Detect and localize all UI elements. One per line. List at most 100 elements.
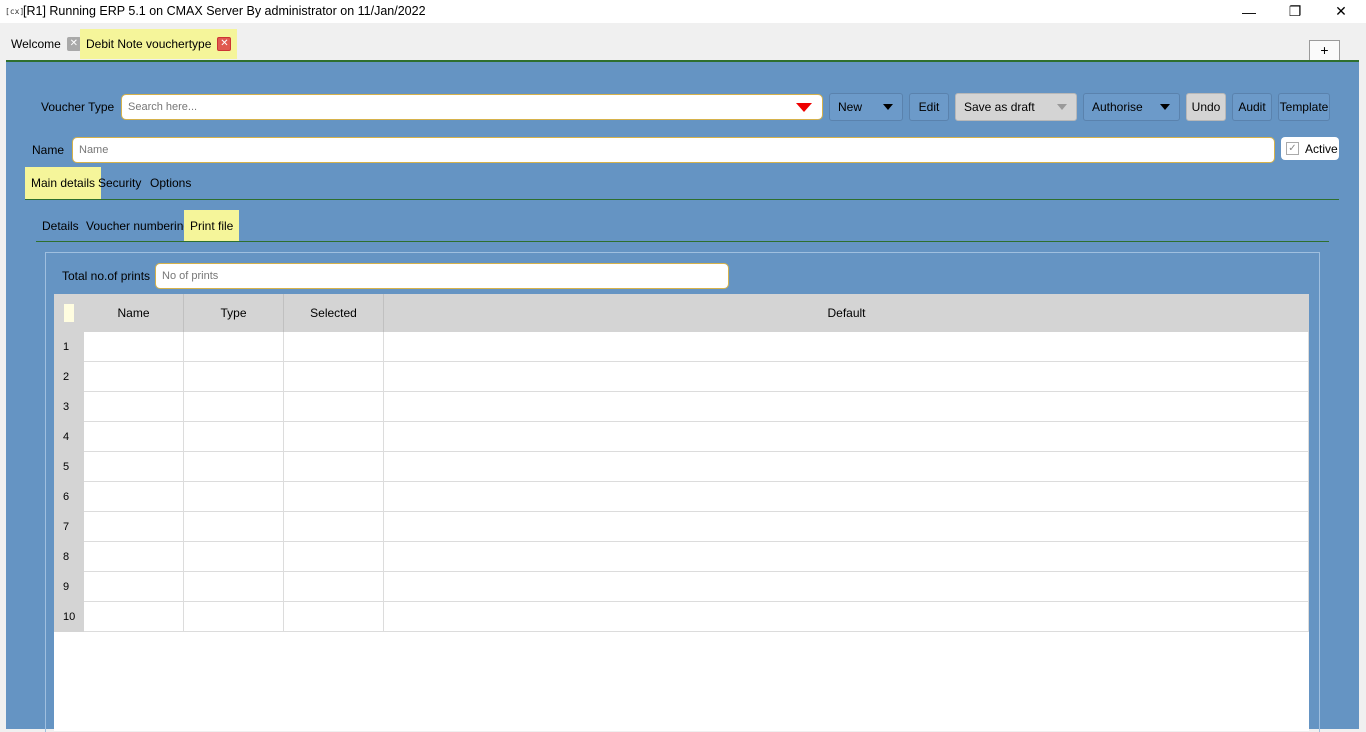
tab-security[interactable]: Security — [92, 167, 147, 199]
template-button[interactable]: Template — [1278, 93, 1330, 121]
cell-selected[interactable] — [284, 392, 384, 422]
cell-selected[interactable] — [284, 602, 384, 632]
cell-default[interactable] — [384, 362, 1309, 392]
table-row[interactable]: 8 — [54, 542, 1309, 572]
minimize-button[interactable]: — — [1226, 0, 1272, 23]
cell-default[interactable] — [384, 512, 1309, 542]
active-label: Active — [1305, 141, 1338, 156]
cell-name[interactable] — [84, 362, 184, 392]
table-row[interactable]: 3 — [54, 392, 1309, 422]
table-row[interactable]: 9 — [54, 572, 1309, 602]
edit-button[interactable]: Edit — [909, 93, 949, 121]
cell-default[interactable] — [384, 482, 1309, 512]
print-files-grid: Name Type Selected Default 1 2 3 4 5 6 7 8 9 10 — [54, 294, 1309, 731]
tab-options[interactable]: Options — [144, 167, 197, 199]
cell-default[interactable] — [384, 572, 1309, 602]
table-row[interactable]: 1 — [54, 332, 1309, 362]
table-row[interactable]: 4 — [54, 422, 1309, 452]
voucher-type-search-input[interactable]: Search here... — [121, 94, 823, 120]
table-row[interactable]: 10 — [54, 602, 1309, 632]
table-row[interactable]: 5 — [54, 452, 1309, 482]
total-prints-label: Total no.of prints — [62, 269, 151, 283]
column-header-selected[interactable]: Selected — [284, 294, 384, 332]
cell-type[interactable] — [184, 452, 284, 482]
column-header-default[interactable]: Default — [384, 294, 1309, 332]
tab-welcome-label: Welcome — [11, 37, 61, 51]
grid-header: Name Type Selected Default — [54, 294, 1309, 332]
cell-default[interactable] — [384, 422, 1309, 452]
maximize-button[interactable]: ❐ — [1272, 0, 1318, 23]
select-all-box[interactable] — [64, 304, 74, 322]
cell-name[interactable] — [84, 452, 184, 482]
chevron-down-icon[interactable] — [874, 94, 902, 120]
cell-name[interactable] — [84, 332, 184, 362]
cell-name[interactable] — [84, 542, 184, 572]
cell-selected[interactable] — [284, 572, 384, 602]
row-number: 10 — [54, 602, 84, 632]
new-tab-button[interactable]: + — [1309, 40, 1340, 61]
row-number: 5 — [54, 452, 84, 482]
table-row[interactable]: 2 — [54, 362, 1309, 392]
column-header-name[interactable]: Name — [84, 294, 184, 332]
name-placeholder: Name — [79, 144, 109, 156]
chevron-down-icon[interactable] — [1151, 94, 1179, 120]
cell-type[interactable] — [184, 542, 284, 572]
cell-name[interactable] — [84, 602, 184, 632]
total-prints-input[interactable]: No of prints — [155, 263, 729, 289]
cell-type[interactable] — [184, 572, 284, 602]
cell-selected[interactable] — [284, 422, 384, 452]
cell-type[interactable] — [184, 482, 284, 512]
tab-voucher-numbering[interactable]: Voucher numbering — [80, 210, 196, 242]
tab-debit-label: Debit Note vouchertype — [86, 37, 212, 51]
cell-type[interactable] — [184, 392, 284, 422]
cell-name[interactable] — [84, 572, 184, 602]
tab-strip: Welcome ✕ Debit Note vouchertype ✕ + — [0, 23, 1366, 61]
cell-selected[interactable] — [284, 482, 384, 512]
cell-default[interactable] — [384, 542, 1309, 572]
tab-welcome[interactable]: Welcome ✕ — [5, 29, 87, 59]
close-icon[interactable]: ✕ — [66, 37, 81, 51]
cell-selected[interactable] — [284, 452, 384, 482]
window-title: [R1] Running ERP 5.1 on CMAX Server By a… — [23, 4, 426, 18]
undo-button[interactable]: Undo — [1186, 93, 1226, 121]
cell-type[interactable] — [184, 332, 284, 362]
cell-default[interactable] — [384, 452, 1309, 482]
audit-button[interactable]: Audit — [1232, 93, 1272, 121]
new-button[interactable]: New — [829, 93, 903, 121]
cell-name[interactable] — [84, 422, 184, 452]
cell-name[interactable] — [84, 512, 184, 542]
cell-type[interactable] — [184, 512, 284, 542]
save-as-draft-button[interactable]: Save as draft — [955, 93, 1077, 121]
cell-default[interactable] — [384, 392, 1309, 422]
cell-type[interactable] — [184, 602, 284, 632]
row-number: 4 — [54, 422, 84, 452]
cell-selected[interactable] — [284, 362, 384, 392]
dropdown-arrow-icon[interactable] — [796, 103, 812, 112]
authorise-label: Authorise — [1092, 100, 1143, 114]
tab-print-file[interactable]: Print file — [184, 210, 240, 242]
name-input[interactable]: Name — [72, 137, 1275, 163]
cell-default[interactable] — [384, 602, 1309, 632]
table-row[interactable]: 7 — [54, 512, 1309, 542]
cell-selected[interactable] — [284, 512, 384, 542]
tab-debit-note-vouchertype[interactable]: Debit Note vouchertype ✕ — [80, 29, 238, 59]
authorise-button[interactable]: Authorise — [1083, 93, 1180, 121]
row-number: 6 — [54, 482, 84, 512]
prints-placeholder: No of prints — [162, 270, 219, 282]
cell-selected[interactable] — [284, 332, 384, 362]
column-header-type[interactable]: Type — [184, 294, 284, 332]
cell-type[interactable] — [184, 362, 284, 392]
cell-name[interactable] — [84, 482, 184, 512]
active-checkbox[interactable]: ✓ Active — [1281, 137, 1339, 160]
tab-main-details[interactable]: Main details — [25, 167, 102, 199]
cell-default[interactable] — [384, 332, 1309, 362]
chevron-down-icon[interactable] — [1048, 94, 1076, 120]
close-window-button[interactable]: ✕ — [1318, 0, 1364, 23]
cell-name[interactable] — [84, 392, 184, 422]
cell-selected[interactable] — [284, 542, 384, 572]
cell-type[interactable] — [184, 422, 284, 452]
close-icon[interactable]: ✕ — [217, 37, 232, 51]
save-as-draft-label: Save as draft — [964, 100, 1035, 114]
table-row[interactable]: 6 — [54, 482, 1309, 512]
tab-details[interactable]: Details — [36, 210, 85, 242]
